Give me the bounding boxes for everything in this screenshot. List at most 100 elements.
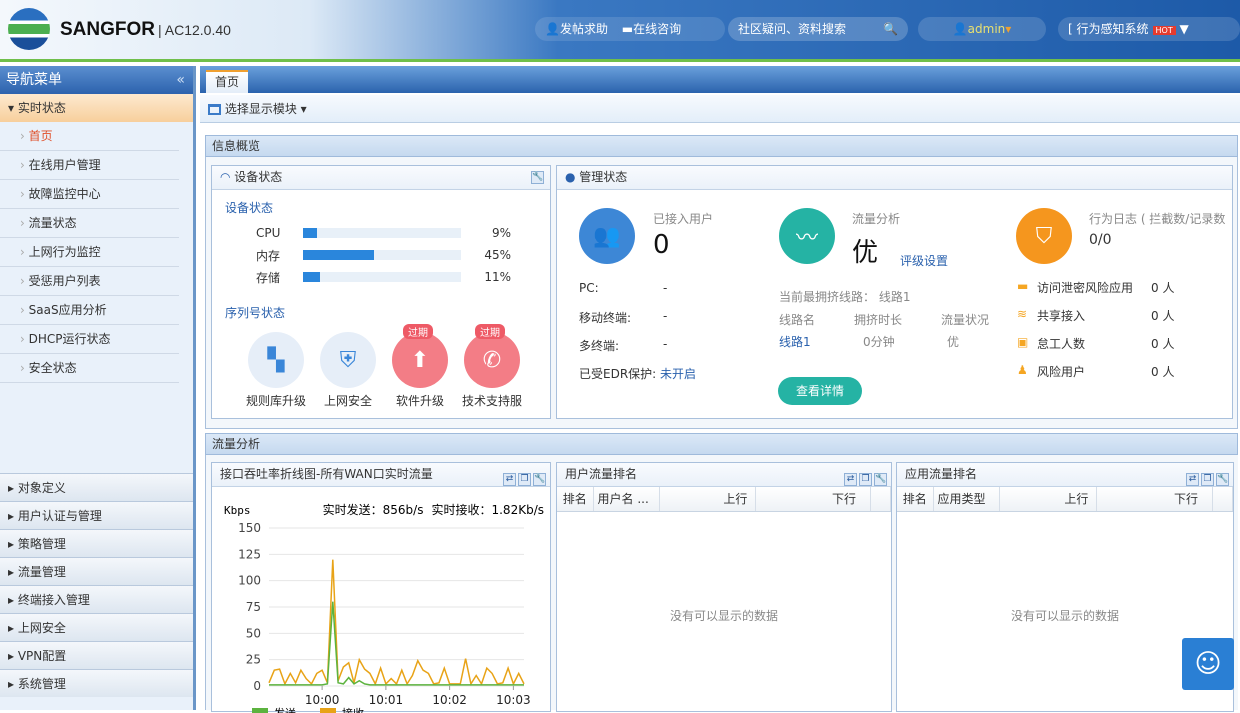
refresh-icon[interactable]: ⇄ <box>1186 473 1199 486</box>
col-duration: 拥挤时长 <box>853 313 902 327</box>
metric-value: 11% <box>484 270 511 284</box>
sidebar-group[interactable]: ▸ 对象定义 <box>0 473 193 501</box>
sidebar-item[interactable]: › 安全状态 <box>0 354 179 383</box>
wrench-icon[interactable]: 🔧 <box>533 473 546 486</box>
y-tick-label: 25 <box>246 653 261 667</box>
sidebar-group[interactable]: ▸ 流量管理 <box>0 557 193 585</box>
col-download[interactable]: 下行 <box>1096 487 1213 512</box>
online-consult-link[interactable]: ▬在线咨询 <box>622 22 681 36</box>
view-details-button[interactable]: 查看详情 <box>778 377 862 405</box>
metric-bar <box>303 228 461 238</box>
caret-right-icon: ▸ <box>8 593 18 607</box>
system-switcher[interactable]: [ 行为感知系统 HOT ▼ <box>1058 17 1240 41</box>
metric-name: 存储 <box>256 270 281 285</box>
refresh-icon[interactable]: ⇄ <box>844 473 857 486</box>
sidebar-item[interactable]: › SaaS应用分析 <box>0 296 179 325</box>
duration-value: 0分钟 <box>862 335 895 349</box>
support-robot-button[interactable]: ☺ <box>1182 638 1234 690</box>
y-tick-label: 100 <box>238 574 261 588</box>
col-upload[interactable]: 上行 <box>999 487 1098 512</box>
realtime-send: 实时发送：856b/s <box>323 502 424 517</box>
post-help-link[interactable]: 👤发帖求助 <box>545 22 608 36</box>
restore-icon[interactable]: ❐ <box>859 473 872 486</box>
col-status: 流量状况 <box>940 313 989 327</box>
row-key: 风险用户 <box>1037 365 1086 379</box>
sidebar-group[interactable]: ▸ 上网安全 <box>0 613 193 641</box>
metric-bar-fill <box>303 228 318 238</box>
sidebar-group[interactable]: ▸ 策略管理 <box>0 529 193 557</box>
col-upload[interactable]: 上行 <box>659 487 757 512</box>
sidebar-group[interactable]: ▸ VPN配置 <box>0 641 193 669</box>
sidebar-group[interactable]: ▸ 系统管理 <box>0 669 193 697</box>
wrench-icon[interactable]: 🔧 <box>1216 473 1229 486</box>
behavior-row: ▣ 怠工人数 0 人 <box>1017 335 1197 363</box>
x-tick-label: 10:01 <box>369 693 404 707</box>
sidebar-item-label: 故障监控中心 <box>28 187 101 201</box>
tab-home[interactable]: 首页 <box>206 70 248 93</box>
search-input[interactable]: 社区疑问、资料搜索 🔍 <box>728 17 908 41</box>
legend-swatch <box>320 708 336 713</box>
serial-item[interactable]: ✆ 过期 技术支持服 <box>462 324 522 409</box>
wrench-icon[interactable]: 🔧 <box>874 473 887 486</box>
monitor-icon: ▣ <box>1017 335 1029 349</box>
sidebar-item[interactable]: › 在线用户管理 <box>0 151 179 180</box>
wrench-icon[interactable]: 🔧 <box>531 171 544 184</box>
sidebar-section-realtime[interactable]: ▾ 实时状态 <box>0 94 193 122</box>
chevron-right-icon: › <box>20 361 29 375</box>
refresh-icon[interactable]: ⇄ <box>503 473 516 486</box>
sidebar-item-label: 首页 <box>28 129 53 143</box>
col-rank[interactable]: 排名 <box>897 487 934 512</box>
user-icon: ♟ <box>1017 363 1028 377</box>
col-download[interactable]: 下行 <box>755 487 871 512</box>
collapse-sidebar-button[interactable]: « <box>176 66 185 94</box>
user-row: PC: - <box>579 281 749 309</box>
behavior-rows: ▬ 访问泄密风险应用 0 人 ≋ 共享接入 0 人 ▣ 怠工人数 0 人 ♟ 风险用户 0 人 <box>1017 279 1197 391</box>
metric-name: CPU <box>256 226 281 240</box>
expired-badge: 过期 <box>475 324 505 339</box>
sidebar-group-label: 对象定义 <box>17 481 66 495</box>
sidebar-item[interactable]: › 受惩用户列表 <box>0 267 179 296</box>
sidebar-item[interactable]: › DHCP运行状态 <box>0 325 179 354</box>
user-menu[interactable]: 👤admin▾ <box>918 17 1046 41</box>
sidebar-group[interactable]: ▸ 用户认证与管理 <box>0 501 193 529</box>
panel-title: 设备状态 <box>234 170 283 184</box>
sidebar-item[interactable]: › 故障监控中心 <box>0 180 179 209</box>
serial-item[interactable]: ⛨ 上网安全 <box>318 324 378 409</box>
edr-value[interactable]: 未开启 <box>660 367 696 381</box>
chevron-right-icon: › <box>20 129 29 143</box>
congest-value: 线路1 <box>878 290 911 304</box>
panel-title: 接口吞吐率折线图-所有WAN口实时流量 <box>220 467 433 481</box>
sidebar-group-label: VPN配置 <box>17 649 67 663</box>
shield-icon: ⛨ <box>320 332 376 388</box>
user-rows: PC: - 移动终端: - 多终端: - <box>579 281 749 365</box>
restore-icon[interactable]: ❐ <box>518 473 531 486</box>
panel-header: ● 管理状态 <box>557 166 1232 190</box>
col-username[interactable]: 用户名 ... <box>593 487 660 512</box>
search-icon[interactable]: 🔍 <box>883 17 898 41</box>
traffic-grade: 优 <box>852 238 879 268</box>
select-module-button[interactable]: 选择显示模块 ▾ <box>208 102 307 116</box>
col-rank[interactable]: 排名 <box>557 487 594 512</box>
col-line: 线路名 <box>779 313 816 327</box>
restore-icon[interactable]: ❐ <box>1201 473 1214 486</box>
sidebar-item[interactable]: › 首页 <box>0 122 179 151</box>
edr-label: 已受EDR保护: <box>579 367 657 381</box>
user-row: 移动终端: - <box>579 309 749 337</box>
metric-row: 存储 11% <box>256 266 516 288</box>
sidebar-group-label: 策略管理 <box>17 537 66 551</box>
sidebar-group[interactable]: ▸ 终端接入管理 <box>0 585 193 613</box>
row-key: 多终端: <box>579 339 620 353</box>
sidebar-item[interactable]: › 流量状态 <box>0 209 179 238</box>
line-link[interactable]: 线路1 <box>779 333 811 350</box>
serial-item[interactable]: ⬆ 过期 软件升级 <box>390 324 450 409</box>
metric-bar <box>303 272 461 282</box>
app-rank-panel: 应用流量排名 ⇄ ❐ 🔧 排名 应用类型 上行 下行 没有可以显示的数据 ☺ <box>896 462 1234 712</box>
sidebar-item[interactable]: › 上网行为监控 <box>0 238 179 267</box>
grade-settings-link[interactable]: 评级设置 <box>900 252 948 269</box>
panel-header: 应用流量排名 ⇄ ❐ 🔧 <box>897 463 1233 487</box>
realtime-receive: 实时接收：1.82Kb/s <box>431 502 544 517</box>
caret-right-icon: ▸ <box>8 481 18 495</box>
serial-item[interactable]: ▚ 规则库升级 <box>246 324 306 409</box>
col-app-type[interactable]: 应用类型 <box>933 487 1000 512</box>
panel-title: 应用流量排名 <box>905 467 978 481</box>
